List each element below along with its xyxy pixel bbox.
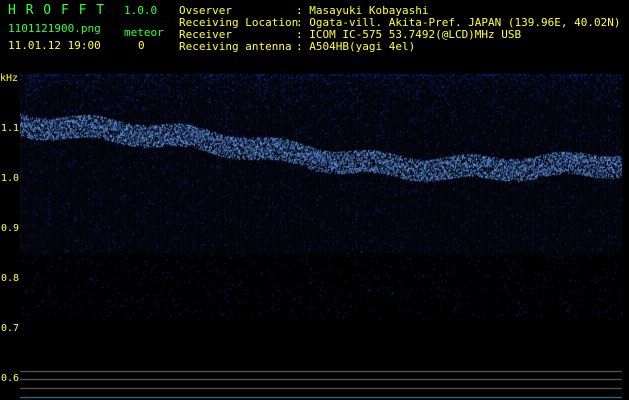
- header-info: Ovserver : Masayuki Kobayashi Receiving …: [175, 0, 629, 60]
- axis-unit-label: kHz: [0, 73, 19, 84]
- info-value-receiver: : ICOM IC-575 53.7492(@LCD)MHz USB: [296, 28, 522, 41]
- header-left: H R O F F T 1.0.0 1101121900.png meteor …: [0, 0, 170, 60]
- info-value-location: : Ogata-vill. Akita-Pref. JAPAN (139.96E…: [296, 16, 621, 29]
- info-label-observer: Ovserver: [179, 4, 232, 17]
- y-tick-label: 1.0: [1, 173, 20, 184]
- y-tick-label: 0.7: [1, 323, 20, 334]
- info-label-location: Receiving Location: [179, 16, 299, 29]
- image-filename: 1101121900.png: [8, 22, 101, 35]
- meteor-label: meteor: [124, 26, 164, 39]
- y-tick-label: 0.8: [1, 273, 20, 284]
- info-label-antenna: Receiving antenna: [179, 40, 292, 53]
- y-tick-label: 0.9: [1, 223, 20, 234]
- info-value-antenna: : A504HB(yagi 4el): [296, 40, 416, 53]
- y-tick-label: 0.6: [1, 373, 20, 384]
- y-tick-label: 1.1: [1, 123, 20, 134]
- info-value-observer: : Masayuki Kobayashi: [296, 4, 429, 17]
- app-title: H R O F F T: [8, 3, 106, 18]
- info-label-receiver: Receiver: [179, 28, 232, 41]
- meteor-count: 0: [138, 39, 145, 52]
- spectrogram-canvas: [20, 74, 622, 400]
- observation-datetime: 11.01.12 19:00: [8, 39, 101, 52]
- app-version: 1.0.0: [124, 4, 158, 17]
